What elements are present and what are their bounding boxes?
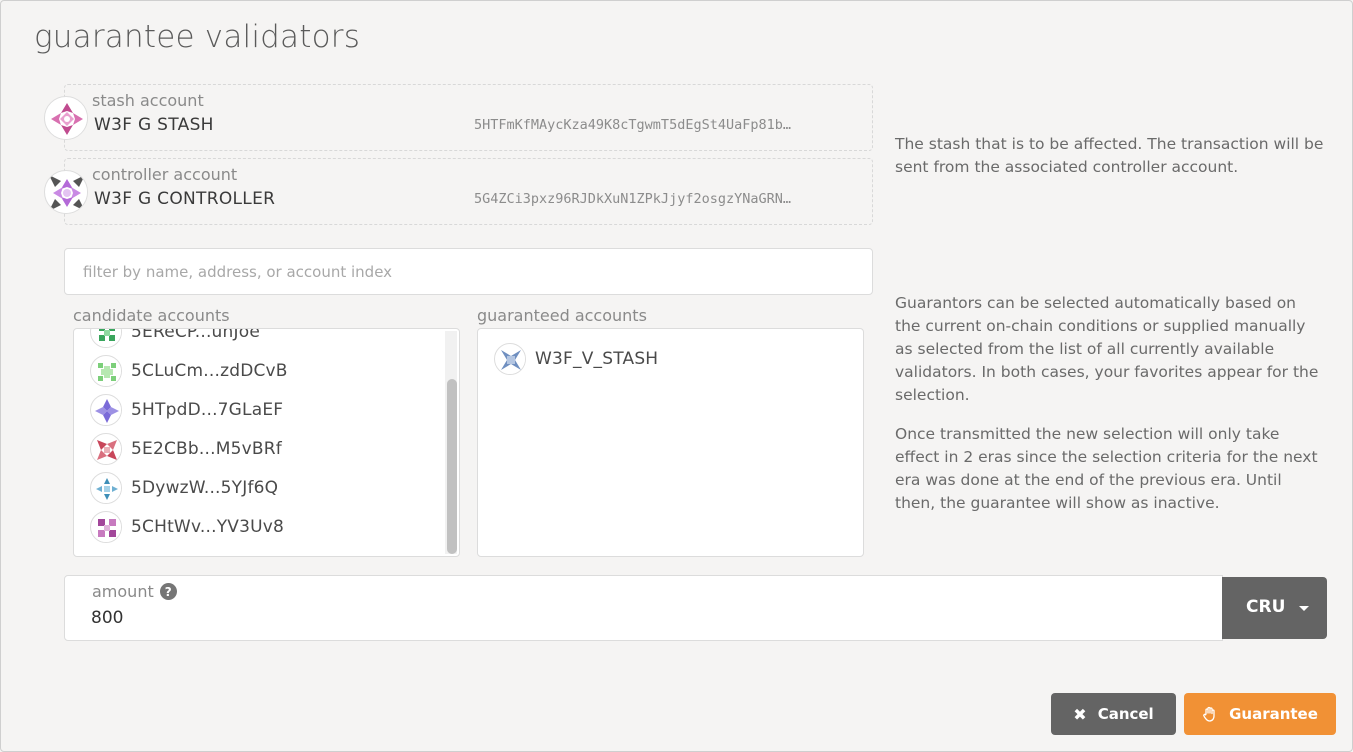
stash-help-text: The stash that is to be affected. The tr… bbox=[895, 135, 1324, 176]
guarantee-button[interactable]: Guarantee bbox=[1184, 693, 1336, 735]
close-icon: ✖ bbox=[1073, 704, 1087, 724]
candidate-item[interactable]: 5CLuCm...zdDCvB bbox=[90, 354, 288, 388]
candidate-item[interactable]: 5HTpdD...7GLaEF bbox=[90, 393, 283, 427]
modal-title: guarantee validators bbox=[34, 19, 361, 55]
candidate-accounts-label: candidate accounts bbox=[73, 306, 230, 325]
candidate-item-name: 5E2CBb...M5vBRf bbox=[131, 439, 282, 459]
guarantee-button-label: Guarantee bbox=[1229, 705, 1318, 723]
stash-identicon-icon bbox=[44, 96, 88, 140]
candidate-item[interactable]: 5EReCP...unJoe bbox=[90, 328, 260, 349]
stash-account-label: stash account bbox=[92, 91, 204, 110]
controller-account-label: controller account bbox=[92, 165, 238, 184]
candidate-item[interactable]: 5E2CBb...M5vBRf bbox=[90, 432, 282, 466]
candidate-item-name: 5CLuCm...zdDCvB bbox=[131, 361, 288, 381]
candidate-item[interactable]: 5CHtWv...YV3Uv8 bbox=[90, 510, 284, 544]
guaranteed-accounts-list[interactable]: W3F_V_STASH bbox=[477, 328, 864, 557]
candidate-item[interactable]: 5DywzW...5YJf6Q bbox=[90, 471, 278, 505]
question-circle-icon[interactable]: ? bbox=[159, 583, 177, 600]
identicon-icon bbox=[90, 511, 122, 543]
amount-field[interactable]: amount ? bbox=[64, 575, 1223, 641]
identicon-icon bbox=[90, 472, 122, 504]
identicon-icon bbox=[494, 343, 526, 375]
guaranteed-item[interactable]: W3F_V_STASH bbox=[494, 342, 658, 376]
timing-help-text: Once transmitted the new selection will … bbox=[895, 425, 1318, 512]
cancel-button-label: Cancel bbox=[1097, 705, 1154, 723]
identicon-icon bbox=[90, 394, 122, 426]
guarantee-modal: guarantee validators stash account W3F G… bbox=[0, 0, 1353, 752]
candidate-item-name: 5HTpdD...7GLaEF bbox=[131, 400, 284, 420]
amount-label: amount ? bbox=[92, 582, 177, 601]
unit-label: CRU bbox=[1246, 597, 1286, 617]
cancel-button[interactable]: ✖ Cancel bbox=[1051, 693, 1176, 735]
stash-account-name: W3F G STASH bbox=[94, 115, 214, 135]
unit-dropdown[interactable]: CRU bbox=[1222, 577, 1327, 639]
hand-icon bbox=[1202, 706, 1218, 722]
guaranteed-item-name: W3F_V_STASH bbox=[535, 349, 659, 369]
controller-identicon-icon bbox=[44, 170, 88, 214]
identicon-icon bbox=[90, 355, 122, 387]
controller-account-name: W3F G CONTROLLER bbox=[94, 189, 276, 209]
identicon-icon bbox=[90, 433, 122, 465]
identicon-icon bbox=[90, 329, 122, 348]
amount-label-text: amount bbox=[92, 582, 154, 601]
amount-input[interactable] bbox=[91, 608, 691, 628]
candidate-item-name: 5CHtWv...YV3Uv8 bbox=[131, 517, 285, 537]
filter-input[interactable] bbox=[64, 248, 873, 295]
candidate-item-name: 5EReCP...unJoe bbox=[131, 328, 260, 342]
stash-account-select[interactable]: stash account W3F G STASH 5HTFmKfMAycKza… bbox=[44, 84, 873, 151]
candidate-item-name: 5DywzW...5YJf6Q bbox=[131, 478, 279, 498]
candidate-list-scroll-thumb[interactable] bbox=[447, 379, 457, 554]
controller-account-address: 5G4ZCi3pxz96RJDkXuN1ZPkJjyf2osgzYNaGRN… bbox=[474, 191, 791, 207]
stash-account-address: 5HTFmKfMAycKza49K8cTgwmT5dEgSt4UaFp81b… bbox=[474, 117, 791, 133]
guarantors-help-text: Guarantors can be selected automatically… bbox=[895, 294, 1319, 404]
candidate-accounts-list[interactable]: 5EReCP...unJoe 5CLuCm...zdDCvB 5HTpdD...… bbox=[73, 328, 460, 557]
controller-account-select[interactable]: controller account W3F G CONTROLLER 5G4Z… bbox=[44, 158, 873, 225]
caret-down-icon bbox=[1299, 606, 1309, 611]
guaranteed-accounts-label: guaranteed accounts bbox=[477, 306, 647, 325]
